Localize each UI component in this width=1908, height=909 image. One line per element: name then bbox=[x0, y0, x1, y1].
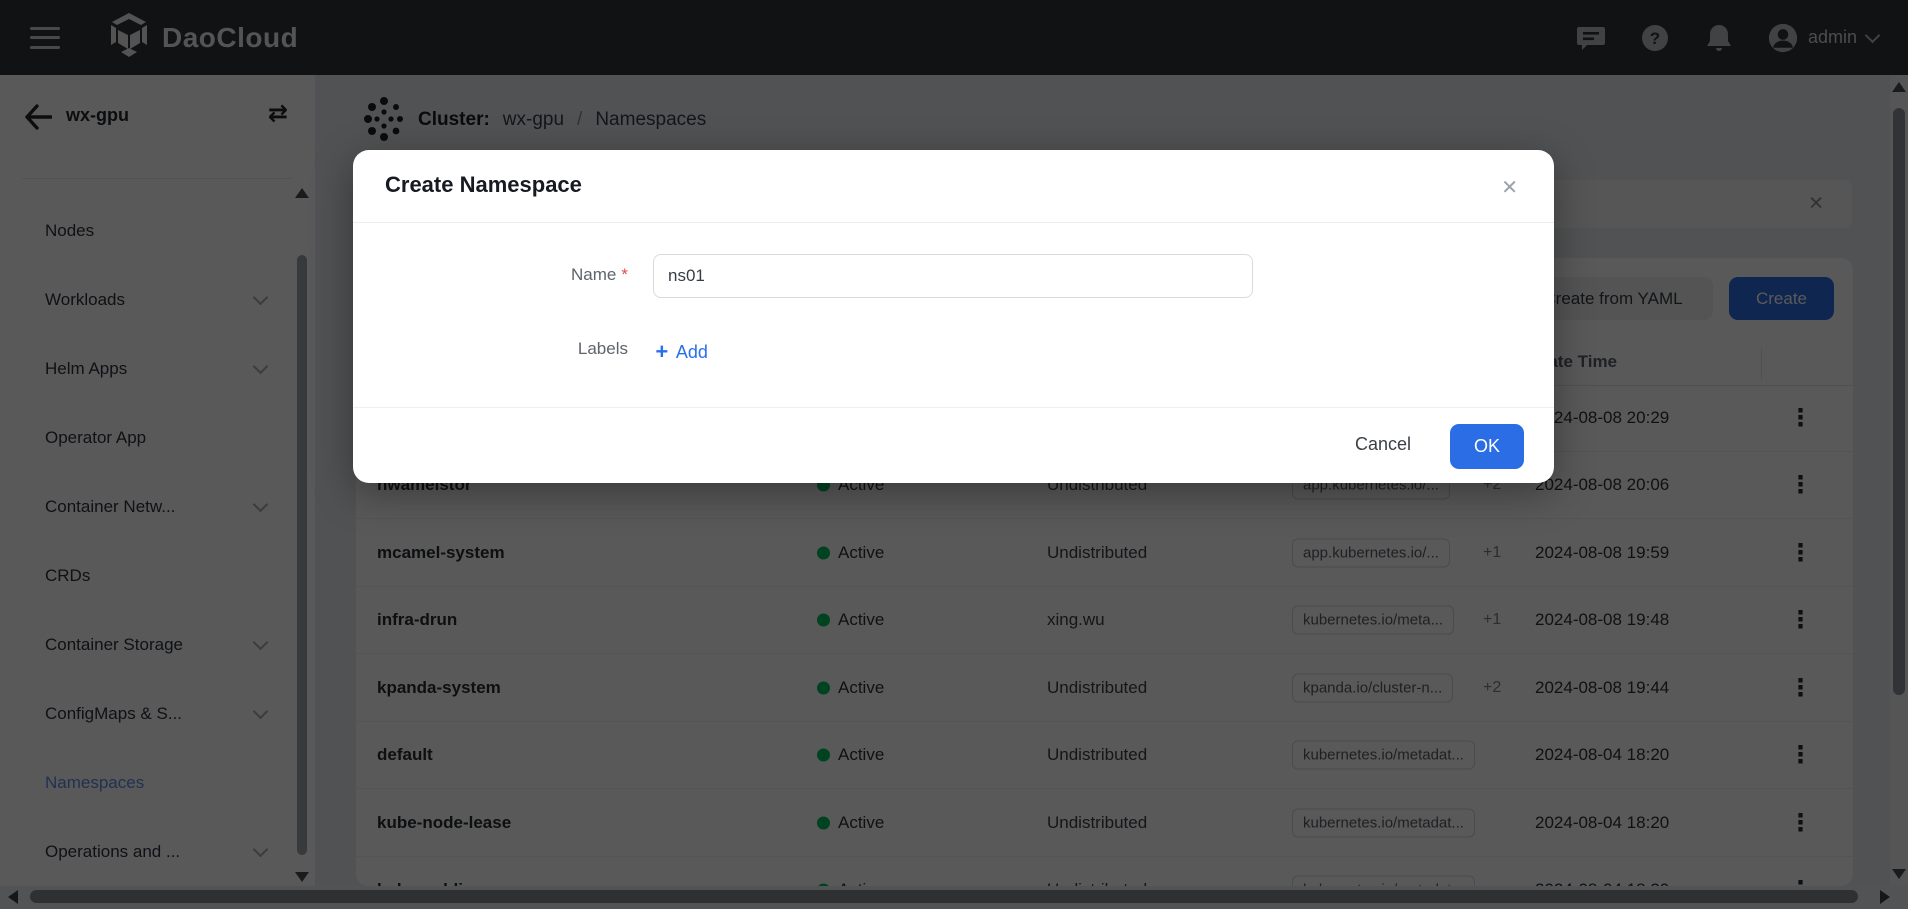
labels-field-row: Labels Add bbox=[353, 336, 1554, 368]
modal-title: Create Namespace bbox=[385, 172, 582, 198]
create-namespace-modal: Create Namespace Name* Labels Add Cancel… bbox=[353, 150, 1554, 483]
name-field-row: Name* bbox=[353, 254, 1554, 298]
modal-footer: Cancel OK bbox=[353, 407, 1554, 483]
app-root: DaoCloud ? admin bbox=[0, 0, 1908, 909]
required-asterisk: * bbox=[621, 265, 628, 284]
add-label-text: Add bbox=[676, 342, 708, 363]
plus-icon bbox=[655, 339, 668, 365]
cancel-button[interactable]: Cancel bbox=[1328, 422, 1438, 467]
labels-field-label: Labels bbox=[353, 339, 628, 359]
name-field-label: Name* bbox=[353, 265, 628, 285]
ok-button[interactable]: OK bbox=[1450, 424, 1524, 469]
namespace-name-input[interactable] bbox=[653, 254, 1253, 298]
add-label-link[interactable]: Add bbox=[655, 339, 708, 365]
close-modal-icon[interactable] bbox=[1501, 175, 1518, 200]
modal-header: Create Namespace bbox=[353, 150, 1554, 223]
